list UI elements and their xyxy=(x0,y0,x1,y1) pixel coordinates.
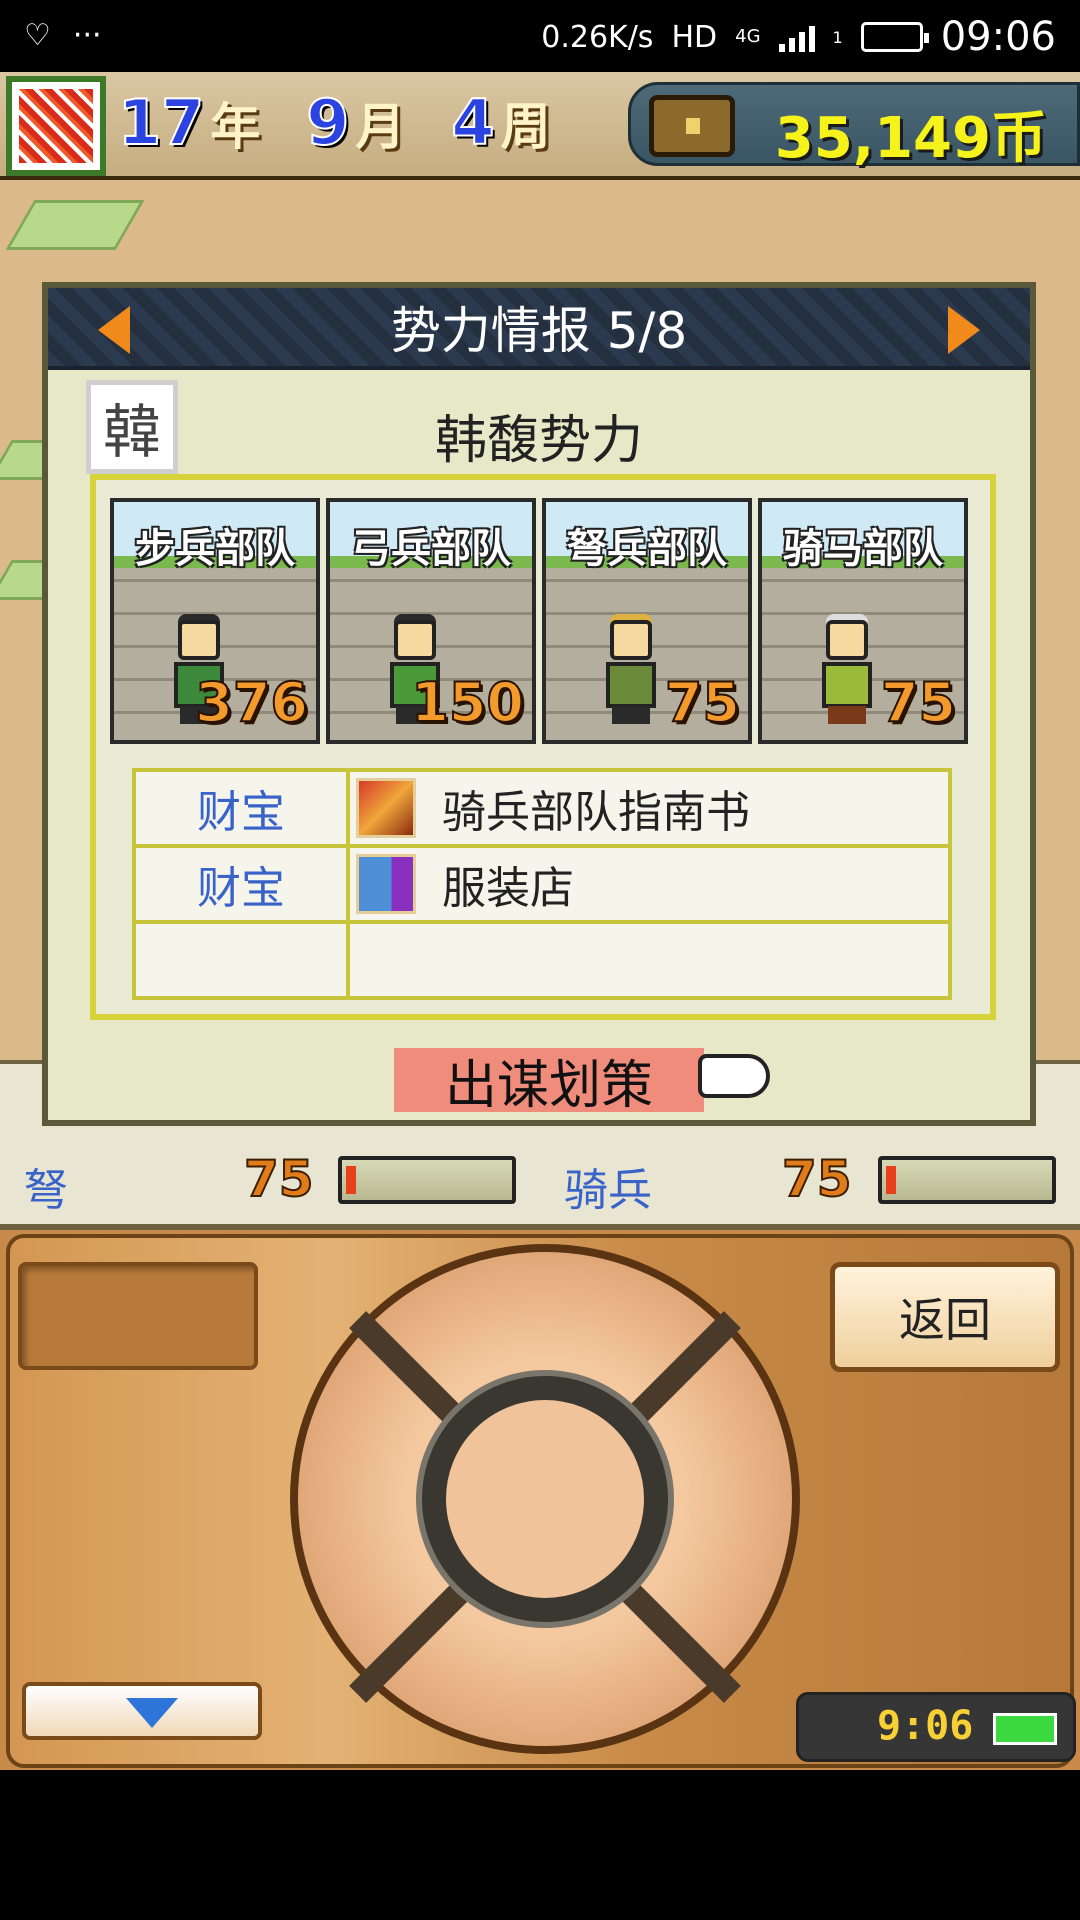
treasure-item-name: 骑兵部队指南书 xyxy=(442,787,750,838)
game-date: 17 年 9 月 4 周 xyxy=(117,85,591,160)
unit-card-crossbow[interactable]: 弩兵部队 75 xyxy=(542,498,752,744)
sim-slot: 1 xyxy=(832,27,843,47)
treasure-category: 财宝 xyxy=(132,768,350,848)
unit-card-cavalry[interactable]: 骑马部队 75 xyxy=(758,498,968,744)
unit-card-archer[interactable]: 弓兵部队 150 xyxy=(326,498,536,744)
treasure-table: 财宝 骑兵部队指南书 财宝 服装店 xyxy=(132,768,952,1000)
treasure-category: 财宝 xyxy=(132,844,350,924)
cavalry-sprite-icon xyxy=(816,614,878,724)
signal-icon xyxy=(778,22,815,52)
game-clock: 9:06 xyxy=(796,1692,1076,1762)
unit-count: 376 xyxy=(194,670,309,735)
faction-name: 韩馥势力 xyxy=(434,411,643,471)
unit-name: 步兵部队 xyxy=(135,526,295,572)
money-amount: 35,149币 xyxy=(774,106,1047,171)
pointing-hand-icon xyxy=(698,1054,770,1098)
book-icon xyxy=(356,778,416,838)
faction-detail-frame: 步兵部队 376 弓兵部队 150 弩兵部队 75 骑马部队 75 财宝 骑兵部… xyxy=(90,474,996,1020)
hd-indicator: HD xyxy=(671,19,718,55)
dpad[interactable] xyxy=(290,1244,800,1754)
crossbow-bar xyxy=(338,1156,516,1204)
unit-count: 75 xyxy=(664,670,741,735)
unit-count: 75 xyxy=(880,670,957,735)
unit-list: 步兵部队 376 弓兵部队 150 弩兵部队 75 骑马部队 75 xyxy=(110,498,968,744)
cavalry-bar xyxy=(878,1156,1056,1204)
table-row xyxy=(132,920,952,1000)
chevron-down-icon xyxy=(126,1698,178,1728)
cavalry-value: 75 xyxy=(781,1149,853,1209)
treasure-item-name xyxy=(346,920,952,1000)
unit-name: 骑马部队 xyxy=(783,526,943,572)
crossbow-sprite-icon xyxy=(600,614,662,724)
controller-panel: 返回 9:06 xyxy=(0,1230,1080,1770)
month-number: 9 xyxy=(305,85,350,160)
game-clock-time: 9:06 xyxy=(877,1703,974,1749)
battery-icon xyxy=(993,1713,1057,1745)
money-box: 35,149币 xyxy=(628,82,1080,171)
prev-arrow-icon[interactable] xyxy=(98,306,130,354)
shop-icon xyxy=(356,854,416,914)
status-time: 09:06 xyxy=(940,14,1056,60)
map-tile xyxy=(5,200,145,250)
week-unit: 周 xyxy=(500,98,551,156)
faction-info-dialog: 势力情报 5/8 韓 韩馥势力 步兵部队 376 弓兵部队 150 弩兵部队 7… xyxy=(42,282,1036,1126)
battery-icon xyxy=(860,22,929,52)
cavalry-label: 骑兵 xyxy=(564,1165,652,1216)
more-dots: ··· xyxy=(72,18,102,53)
unit-count: 150 xyxy=(410,670,525,735)
treasure-chest-icon xyxy=(649,95,735,157)
status-right: 0.26K/s HD 4G 1 09:06 xyxy=(541,14,1056,60)
unit-name: 弩兵部队 xyxy=(567,526,727,572)
unit-card-infantry[interactable]: 步兵部队 376 xyxy=(110,498,320,744)
net-speed: 0.26K/s xyxy=(541,19,654,55)
treasure-item-name: 服装店 xyxy=(442,863,574,914)
treasure-category xyxy=(132,920,350,1000)
dialog-title-bar: 势力情报 5/8 xyxy=(48,288,1030,370)
network-type: 4G xyxy=(735,26,761,47)
heart-pulse-icon: ♡ xyxy=(24,18,51,53)
year-unit: 年 xyxy=(210,98,261,156)
game-header: 17 年 9 月 4 周 35,149币 xyxy=(0,72,1080,180)
scroll-down-button[interactable] xyxy=(22,1682,262,1740)
menu-slot[interactable] xyxy=(18,1262,258,1370)
back-button[interactable]: 返回 xyxy=(830,1262,1060,1372)
week-number: 4 xyxy=(450,85,495,160)
dialog-title: 势力情报 5/8 xyxy=(390,302,688,360)
month-unit: 月 xyxy=(355,98,406,156)
table-row[interactable]: 财宝 骑兵部队指南书 xyxy=(132,768,952,848)
clan-emblem-icon[interactable] xyxy=(6,76,106,176)
unit-name: 弓兵部队 xyxy=(351,526,511,572)
crossbow-label: 弩 xyxy=(24,1165,68,1216)
bottom-bar xyxy=(0,1770,1080,1920)
status-bar: ♡ ··· 0.26K/s HD 4G 1 09:06 xyxy=(0,0,1080,72)
dpad-center-button[interactable] xyxy=(422,1376,668,1622)
year-number: 17 xyxy=(117,85,205,160)
strategy-button[interactable]: 出谋划策 xyxy=(394,1048,704,1116)
status-left: ♡ ··· xyxy=(24,18,102,53)
next-arrow-icon[interactable] xyxy=(948,306,980,354)
crossbow-value: 75 xyxy=(243,1149,315,1209)
table-row[interactable]: 财宝 服装店 xyxy=(132,844,952,924)
